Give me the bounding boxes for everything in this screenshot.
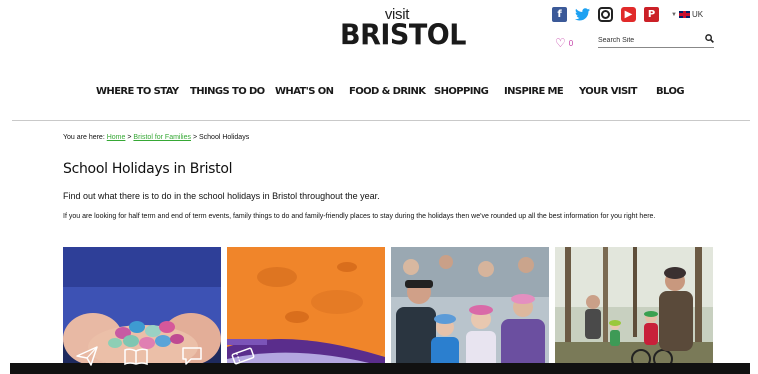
language-selector[interactable]: ▼ UK — [671, 10, 703, 19]
nav-things-to-do[interactable]: THINGS TO DO — [190, 86, 275, 97]
breadcrumb-current: School Holidays — [199, 134, 250, 141]
nav-inspire-me[interactable]: INSPIRE ME — [504, 86, 579, 97]
visit-bristol-logo[interactable]: visit BRISTOL — [340, 7, 466, 52]
search-input[interactable] — [598, 36, 688, 44]
page-title: School Holidays in Bristol — [63, 161, 233, 177]
favourites-count: 0 — [568, 38, 574, 48]
main-nav: WHERE TO STAY THINGS TO DO WHAT'S ON FOO… — [96, 86, 696, 97]
page-intro: Find out what there is to do in the scho… — [63, 191, 380, 201]
uk-flag-icon — [678, 11, 690, 18]
nav-whats-on[interactable]: WHAT'S ON — [275, 86, 349, 97]
breadcrumb-separator: > — [192, 134, 198, 141]
nav-where-to-stay[interactable]: WHERE TO STAY — [96, 86, 190, 97]
favourites-link[interactable]: ♡ 0 — [555, 36, 573, 50]
pinterest-icon[interactable]: P — [644, 7, 659, 22]
breadcrumb: You are here: Home > Bristol for Familie… — [63, 134, 249, 141]
youtube-icon[interactable]: ▶ — [621, 7, 636, 22]
woodland-illustration — [555, 247, 713, 374]
breadcrumb-home-link[interactable]: Home — [107, 134, 126, 141]
heart-icon: ♡ — [555, 36, 566, 50]
paper-plane-icon[interactable] — [74, 344, 100, 368]
logo-bristol-text: BRISTOL — [340, 19, 466, 52]
breadcrumb-prefix: You are here: — [63, 134, 105, 141]
language-label: UK — [691, 10, 704, 19]
facebook-icon[interactable]: f — [552, 7, 567, 22]
twitter-icon[interactable] — [575, 7, 590, 22]
nav-your-visit[interactable]: YOUR VISIT — [579, 86, 656, 97]
caret-down-icon: ▼ — [671, 11, 677, 18]
family-audience-photo[interactable] — [391, 247, 549, 374]
woodland-cycling-photo[interactable] — [555, 247, 713, 374]
search-icon[interactable] — [705, 34, 714, 46]
audience-illustration — [391, 247, 549, 374]
breadcrumb-separator: > — [127, 134, 132, 141]
page-body-text: If you are looking for half term and end… — [63, 213, 656, 220]
header-divider — [12, 120, 750, 121]
breadcrumb-families-link[interactable]: Bristol for Families — [133, 134, 191, 141]
ticket-icon[interactable] — [230, 344, 256, 368]
instagram-icon[interactable] — [598, 7, 613, 22]
nav-blog[interactable]: BLOG — [656, 86, 696, 97]
bottom-toolbar — [10, 363, 750, 374]
social-links: f ▶ P ▼ UK — [552, 7, 703, 22]
nav-food-drink[interactable]: FOOD & DRINK — [349, 86, 434, 97]
book-icon[interactable] — [123, 344, 149, 368]
chat-icon[interactable] — [179, 344, 205, 368]
search-box — [598, 33, 714, 48]
nav-shopping[interactable]: SHOPPING — [434, 86, 504, 97]
